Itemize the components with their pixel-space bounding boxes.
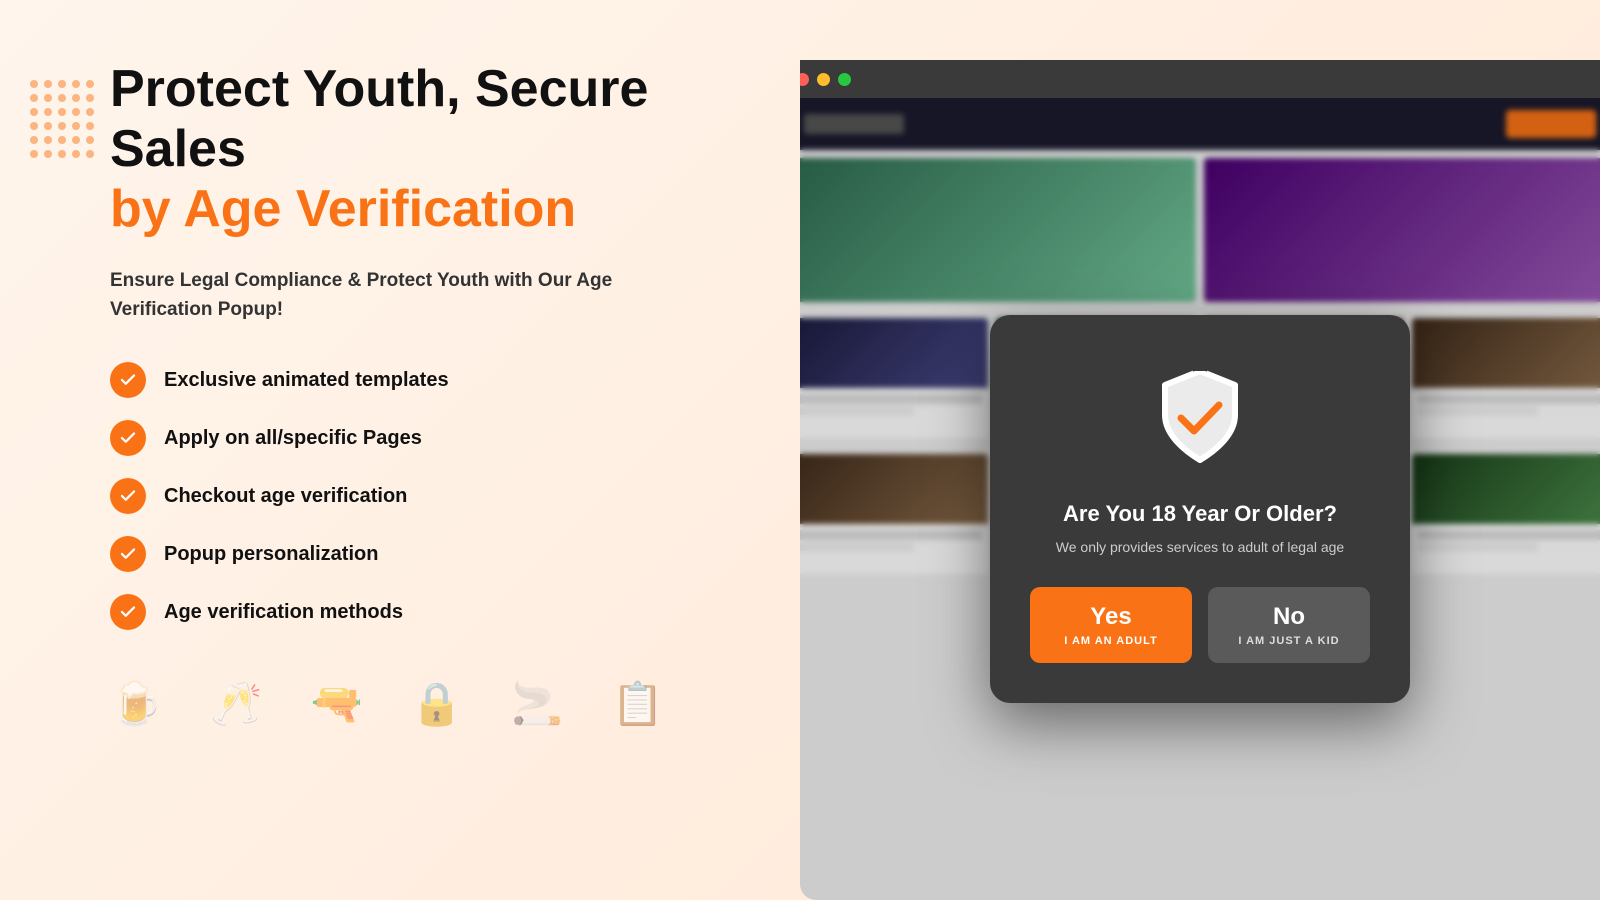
check-icon-2 — [110, 420, 146, 456]
feature-label-3: Checkout age verification — [164, 485, 407, 508]
traffic-light-red[interactable] — [800, 73, 809, 86]
age-verification-popup: Are You 18 Year Or Older? We only provid… — [990, 315, 1410, 703]
subtitle-text: Ensure Legal Compliance & Protect Youth … — [110, 267, 670, 324]
feature-label-5: Age verification methods — [164, 601, 403, 624]
feature-label-1: Exclusive animated templates — [164, 369, 449, 392]
check-icon-1 — [110, 362, 146, 398]
popup-buttons-container: Yes I AM AN ADULT No I AM JUST A KID — [1030, 587, 1370, 663]
document-icon: 📋 — [611, 680, 663, 729]
left-panel: Protect Youth, Secure Sales by Age Verif… — [0, 0, 800, 900]
browser-titlebar — [800, 60, 1600, 98]
feature-label-2: Apply on all/specific Pages — [164, 427, 422, 450]
feature-item-5: Age verification methods — [110, 594, 720, 630]
beer-icon: 🍺 — [110, 680, 162, 729]
no-button-sub-text: I AM JUST A KID — [1238, 635, 1339, 647]
fake-site: Are You 18 Year Or Older? We only provid… — [800, 98, 1600, 900]
features-list: Exclusive animated templates Apply on al… — [110, 362, 720, 630]
browser-content: Are You 18 Year Or Older? We only provid… — [800, 98, 1600, 900]
headline-orange: by Age Verification — [110, 180, 720, 240]
right-panel: Are You 18 Year Or Older? We only provid… — [800, 0, 1600, 900]
smoking-icon: 🚬 — [511, 680, 563, 729]
feature-label-4: Popup personalization — [164, 543, 378, 566]
yes-adult-button[interactable]: Yes I AM AN ADULT — [1030, 587, 1192, 663]
check-icon-4 — [110, 536, 146, 572]
popup-subtitle: We only provides services to adult of le… — [1056, 539, 1344, 555]
wine-icon: 🥂 — [210, 680, 262, 729]
handcuffs-icon: 🔒 — [411, 680, 463, 729]
browser-window: Are You 18 Year Or Older? We only provid… — [800, 60, 1600, 900]
feature-item-1: Exclusive animated templates — [110, 362, 720, 398]
check-icon-5 — [110, 594, 146, 630]
traffic-light-green[interactable] — [838, 73, 851, 86]
weapon-icon: 🔫 — [311, 680, 363, 729]
headline-black: Protect Youth, Secure Sales — [110, 60, 720, 180]
no-kid-button[interactable]: No I AM JUST A KID — [1208, 587, 1370, 663]
dot-grid-decoration — [30, 80, 94, 158]
yes-button-sub-text: I AM AN ADULT — [1064, 635, 1157, 647]
no-button-main-text: No — [1273, 603, 1305, 631]
feature-item-3: Checkout age verification — [110, 478, 720, 514]
category-icons-row: 🍺 🥂 🔫 🔒 🚬 📋 — [110, 680, 720, 729]
yes-button-main-text: Yes — [1090, 603, 1131, 631]
feature-item-2: Apply on all/specific Pages — [110, 420, 720, 456]
traffic-light-yellow[interactable] — [817, 73, 830, 86]
shield-verification-icon — [1145, 363, 1255, 473]
feature-item-4: Popup personalization — [110, 536, 720, 572]
popup-title: Are You 18 Year Or Older? — [1063, 501, 1337, 527]
check-icon-3 — [110, 478, 146, 514]
